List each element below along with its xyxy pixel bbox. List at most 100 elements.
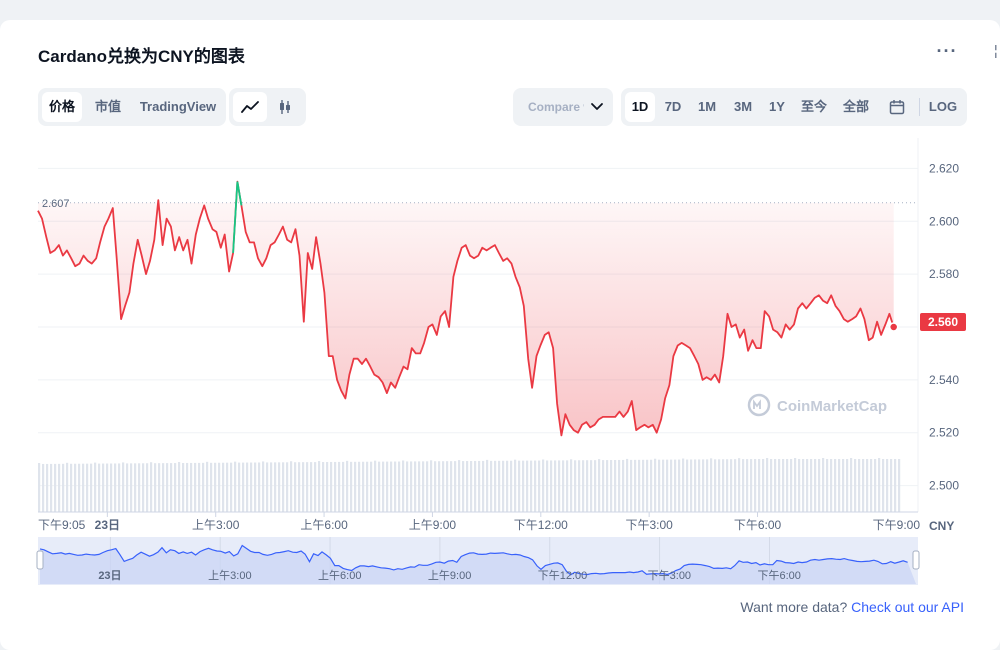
volume-bar [278,462,281,512]
volume-bar [266,462,269,513]
volume-bar [658,459,661,512]
volume-bar [270,462,273,513]
navigator-tick-label: 23日 [98,569,121,582]
x-tick-label: 下午12:00 [514,518,568,532]
volume-bar [374,460,377,513]
volume-bar [214,462,217,513]
volume-bar [118,463,121,512]
volume-bar [894,459,897,512]
volume-bar [662,459,665,513]
volume-bar [354,461,357,513]
volume-bar [94,462,97,512]
volume-bar [798,459,801,512]
volume-bar [246,462,249,513]
volume-bar [490,460,493,512]
volume-bar [710,458,713,512]
volume-bar [70,463,73,513]
volume-bar [702,459,705,513]
volume-bar [438,461,441,512]
volume-bar [78,463,81,512]
volume-bar [654,458,657,512]
volume-bar [686,459,689,512]
volume-bar [854,459,857,512]
volume-bar [66,462,69,513]
volume-bar [758,459,761,512]
volume-bar [274,462,277,512]
volume-bar [834,459,837,512]
volume-bar [58,463,61,512]
volume-bar [690,459,693,512]
volume-bar [594,460,597,513]
y-tick-label: 2.520 [929,426,959,440]
volume-bar [670,459,673,512]
volume-bar [886,459,889,512]
volume-bar [342,461,345,513]
volume-bar [722,459,725,512]
volume-bar [898,459,901,512]
volume-bar [350,461,353,512]
volume-bar [718,459,721,513]
volume-bar [838,459,841,512]
volume-bar [694,459,697,512]
volume-bar [142,463,145,513]
volume-bar [874,459,877,512]
volume-bar [806,459,809,512]
volume-bar [882,459,885,512]
volume-bar [770,459,773,512]
volume-bar [202,462,205,512]
volume-bar [522,460,525,513]
volume-bar [474,460,477,512]
volume-bar [810,459,813,512]
volume-bar [766,458,769,512]
volume-bar [462,461,465,513]
range-navigator[interactable]: 23日 上午3:00 上午6:00 上午9:00 下午12:00 下午3:00 下午6:00 [36,537,920,585]
volume-bar [194,462,197,513]
y-tick-label: 2.600 [929,214,959,228]
navigator-left-handle[interactable] [36,550,44,570]
volume-bar [858,459,861,512]
volume-bar [814,459,817,512]
volume-bar [822,458,825,512]
last-price-dot [888,322,899,332]
volume-bar [286,462,289,513]
volume-bar [182,463,185,512]
navigator-right-handle[interactable] [912,550,920,570]
x-tick-label: 上午9:00 [409,518,457,532]
volume-bar [478,460,481,512]
volume-bar [198,462,201,513]
volume-bar [530,460,533,512]
volume-bar [774,459,777,512]
volume-bar [746,459,749,512]
volume-bar [742,459,745,512]
volume-bar [294,462,297,512]
volume-bar [570,459,573,513]
volume-bar [582,460,585,512]
volume-bar [170,463,173,512]
y-tick-label: 2.580 [929,267,959,281]
volume-bar [234,461,237,513]
volume-bar [458,460,461,512]
watermark-text: CoinMarketCap [777,398,887,415]
volume-bar [322,462,325,513]
volume-bar [226,462,229,512]
volume-bar [346,460,349,512]
volume-bar [790,459,793,512]
volume-bar [302,462,305,513]
volume-bar [426,461,429,513]
volume-bar [102,463,105,513]
volume-bar [534,460,537,513]
volume-bar [878,458,881,512]
volume-bar [862,459,865,512]
volume-bar [646,459,649,513]
volume-bar [134,463,137,512]
volume-bar [330,461,333,512]
volume-bar [434,461,437,512]
volume-bar [866,459,869,512]
volume-bar [50,463,53,513]
volume-bar [358,461,361,513]
volume-bar [610,460,613,513]
volume-bar [290,461,293,512]
volume-bar [282,462,285,513]
volume-bar [786,459,789,512]
volume-bar [794,458,797,512]
